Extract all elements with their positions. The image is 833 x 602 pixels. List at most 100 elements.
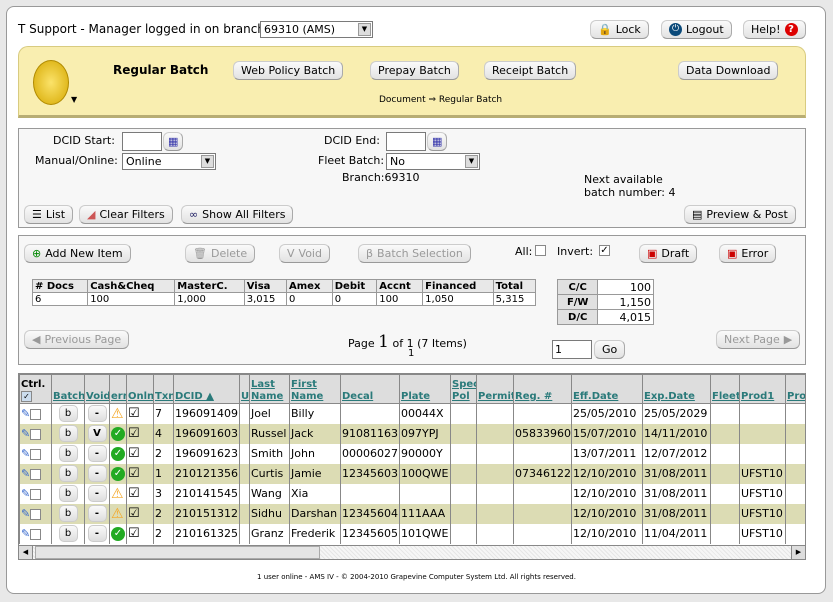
void-row-button[interactable]: - [87,525,107,542]
edit-pencil-icon[interactable]: ✎ [21,427,30,440]
row-checkbox[interactable] [30,488,42,500]
table-row[interactable]: ✎ b - ✓ ☑ 2 196091623 Smith John 00006027 90000Y 13… [19,443,805,464]
u-cell [239,423,250,444]
chevron-down-icon: ▼ [465,155,478,168]
column-header[interactable]: Prod [785,374,805,404]
invert-checkbox[interactable]: ✓ [599,245,610,256]
void-row-button[interactable]: V [87,425,107,442]
table-row[interactable]: ✎ b V ✓ ☑ 4 196091603 Russel Jack 91081163 097YPJ 0… [19,423,805,444]
dcid-start-input[interactable] [122,132,162,151]
dcid-end-input[interactable] [386,132,426,151]
table-row[interactable]: ✎ b - ✓ ☑ 1 210121356 Curtis Jamie 12345603 100QWE… [19,463,805,484]
edit-pencil-icon[interactable]: ✎ [21,507,30,520]
column-header[interactable]: err [109,374,127,404]
show-all-filters-button[interactable]: ∞ Show All Filters [181,205,294,224]
column-header[interactable]: Prod1 [739,374,786,404]
void-button[interactable]: V Void [279,244,330,263]
batch-button[interactable]: b [58,425,78,442]
void-row-button[interactable]: - [87,485,107,502]
edit-pencil-icon[interactable]: ✎ [21,487,30,500]
calendar-icon[interactable]: ▦ [427,132,448,151]
column-header[interactable]: Fleet [710,374,740,404]
online-checkbox-icon: ☑ [128,406,140,422]
void-row-button[interactable]: - [87,405,107,423]
help-button[interactable]: Help!? [743,20,806,39]
logout-button[interactable]: ⏻ Logout [661,20,732,39]
list-button[interactable]: ☰ List [24,205,74,224]
previous-page-button[interactable]: ◀ Previous Page [24,330,130,349]
batch-type-banner: ▼ Regular Batch Web Policy Batch Prepay … [18,46,806,118]
goto-page-input[interactable]: 1 [552,340,592,359]
edit-pencil-icon[interactable]: ✎ [21,407,30,420]
void-row-button[interactable]: - [87,465,107,482]
column-header[interactable]: Decal [340,374,400,404]
lock-button[interactable]: 🔒 Lock [590,20,649,39]
edit-pencil-icon[interactable]: ✎ [21,527,30,540]
prod-cell [785,483,805,504]
batch-button[interactable]: b [58,465,78,482]
tab-data-download[interactable]: Data Download [678,61,779,80]
branch-select[interactable]: 69310 (AMS) ▼ [260,21,373,38]
tab-receipt-batch[interactable]: Receipt Batch [484,61,577,80]
edit-pencil-icon[interactable]: ✎ [21,447,30,460]
clear-filters-button[interactable]: ◢ Clear Filters [79,205,173,224]
page-link[interactable]: 1 [408,348,414,359]
column-header[interactable]: Batch [51,374,85,404]
edit-pencil-icon[interactable]: ✎ [21,467,30,480]
scrollbar-thumb[interactable] [35,546,320,559]
row-checkbox[interactable] [30,428,42,440]
void-row-button[interactable]: - [87,505,107,522]
row-checkbox[interactable] [30,448,42,460]
chevron-down-icon: ▼ [358,23,371,36]
card-totals-table: C/C 100 F/W 1,150 D/C 4,015 [556,279,654,325]
void-row-button[interactable]: - [87,445,107,462]
column-header[interactable]: DCID ▲ [173,374,240,404]
error-button[interactable]: ▣ Error [719,244,777,263]
all-checkbox[interactable] [535,245,546,256]
table-row[interactable]: ✎ b - ⚠ ☑ 7 196091409 Joel Billy 00044X 25/05/2010… [19,403,805,424]
delete-button[interactable]: 🗑 Delete [185,244,256,263]
table-row[interactable]: ✎ b - ⚠ ☑ 3 210141545 Wang Xia 12/10/2010 31/08/20… [19,483,805,504]
table-row[interactable]: ✎ b - ⚠ ☑ 2 210151312 Sidhu Darshan 12345604 111AA… [19,503,805,524]
menu-dropdown-icon[interactable]: ▼ [71,95,77,104]
column-header[interactable]: Spec Pol [450,374,477,404]
next-page-button[interactable]: Next Page ▶ [716,330,801,349]
row-checkbox[interactable] [30,468,42,480]
document-folder-icon[interactable] [33,60,69,105]
column-header[interactable]: Plate [399,374,451,404]
scroll-left-icon[interactable]: ◀ [19,546,33,559]
add-new-item-button[interactable]: ⊕ Add New Item [24,244,131,263]
scroll-right-icon[interactable]: ▶ [791,546,805,559]
calendar-icon[interactable]: ▦ [163,132,184,151]
manual-online-select[interactable]: Online ▼ [122,153,216,170]
column-header[interactable]: Eff.Date [571,374,643,404]
preview-post-button[interactable]: ▤ Preview & Post [684,205,796,224]
go-button[interactable]: Go [594,340,626,359]
batch-button[interactable]: b [58,505,78,522]
column-header[interactable]: U [239,374,250,404]
draft-button[interactable]: ▣ Draft [639,244,698,263]
fleet-batch-select[interactable]: No ▼ [386,153,480,170]
batch-selection-button[interactable]: β Batch Selection [358,244,471,263]
tab-web-policy-batch[interactable]: Web Policy Batch [233,61,344,80]
table-row[interactable]: ✎ b - ✓ ☑ 2 210161325 Granz Frederik 12345605 101Q… [19,523,805,544]
batch-button[interactable]: b [58,445,78,462]
batch-button[interactable]: b [58,485,78,502]
tab-prepay-batch[interactable]: Prepay Batch [370,61,459,80]
column-header[interactable]: Void [84,374,110,404]
column-header[interactable]: Last Name [249,374,290,404]
row-checkbox[interactable] [30,528,42,540]
select-all-icon[interactable]: ✓ [21,390,32,402]
column-header[interactable]: First Name [289,374,341,404]
horizontal-scrollbar[interactable]: ◀ ▶ [18,545,806,560]
batch-button[interactable]: b [58,525,78,542]
column-header[interactable]: Exp.Date [642,374,711,404]
column-header[interactable]: Onln [126,374,154,404]
row-checkbox[interactable] [30,508,42,520]
column-header[interactable]: Txn [153,374,174,404]
batch-button[interactable]: b [58,405,78,423]
column-header[interactable]: Reg. # [513,374,572,404]
dcid-start-label: DCID Start: [53,134,115,147]
row-checkbox[interactable] [30,408,42,420]
column-header[interactable]: Permit [476,374,514,404]
